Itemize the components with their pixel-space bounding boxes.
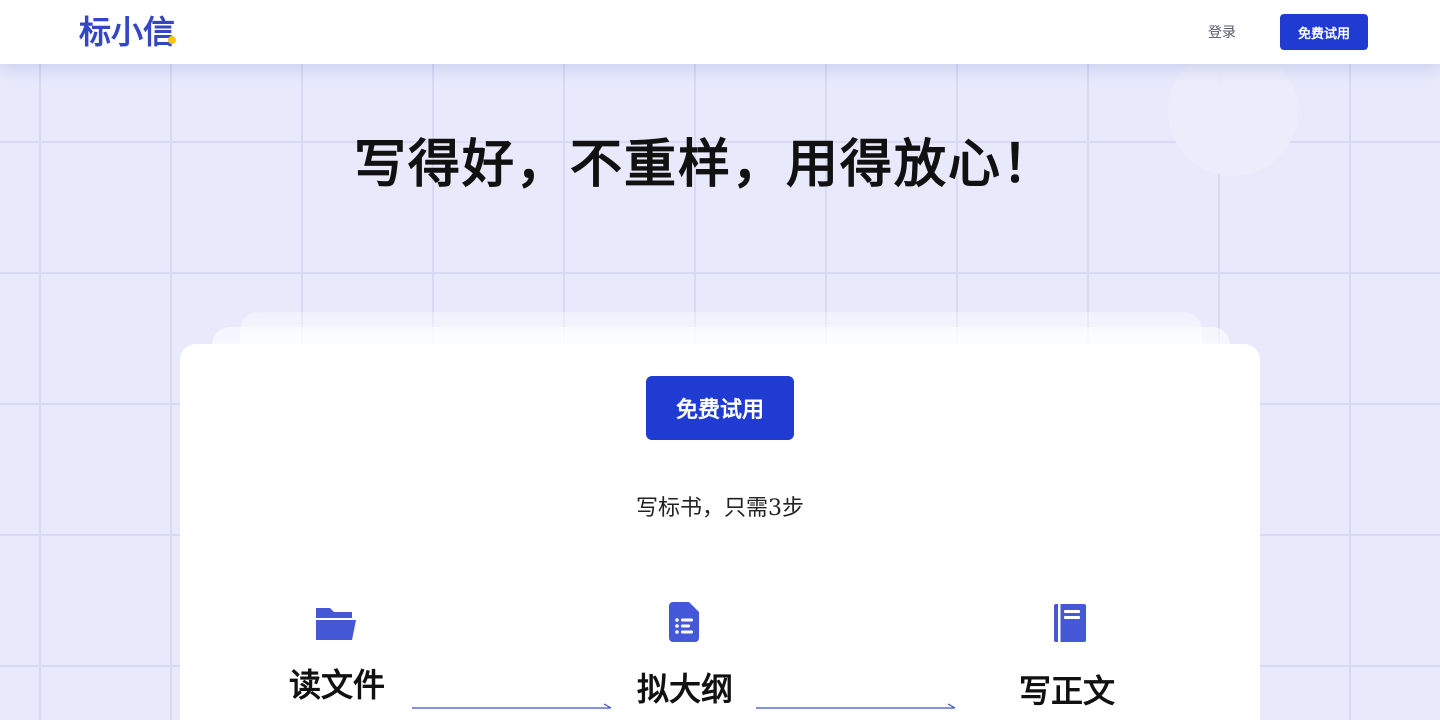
step-label-write-body: 写正文 (1018, 672, 1115, 710)
logo-accent-dot (168, 36, 176, 44)
document-list-icon (669, 602, 699, 642)
step-arrow-1 (412, 703, 612, 709)
login-link[interactable]: 登录 (1208, 22, 1236, 42)
book-icon (1054, 604, 1086, 642)
header-free-trial-button[interactable]: 免费试用 (1280, 14, 1368, 50)
logo[interactable]: 标小信 (79, 12, 175, 52)
hero-title: 写得好，不重样，用得放心！ (353, 134, 1056, 195)
step-arrow-2 (756, 703, 956, 709)
steps-card: 免费试用 写标书，只需3步 读文件 拟大纲 写正文 (180, 344, 1260, 720)
step-label-outline: 拟大纲 (636, 670, 733, 708)
steps-subtitle: 写标书，只需3步 (636, 496, 804, 521)
folder-open-icon (316, 608, 356, 640)
card-free-trial-button[interactable]: 免费试用 (646, 376, 794, 440)
site-header: 标小信 登录 免费试用 (0, 0, 1440, 64)
step-label-read-file: 读文件 (288, 666, 385, 704)
